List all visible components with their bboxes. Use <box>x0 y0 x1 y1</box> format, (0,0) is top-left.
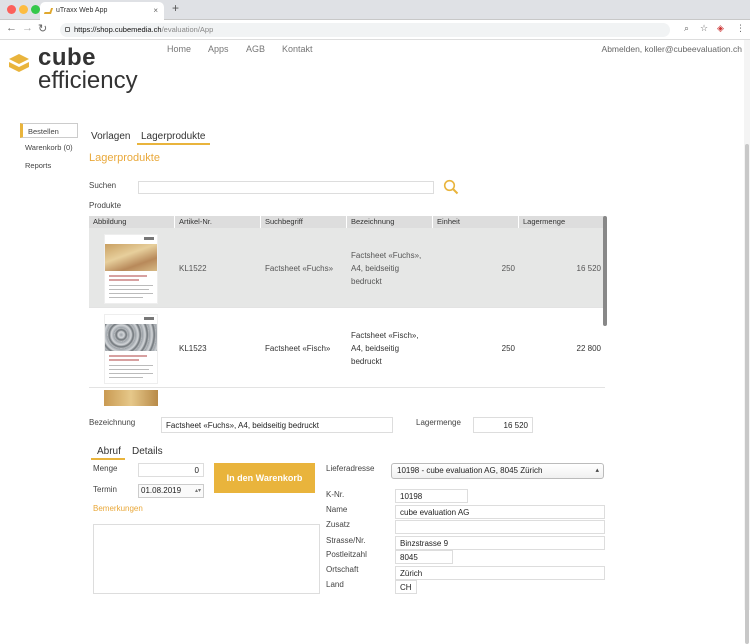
cell-lagermenge: 16 520 <box>576 263 601 273</box>
knr-label: K-Nr. <box>326 490 345 499</box>
land-label: Land <box>326 580 344 589</box>
cell-bezeichnung: Factsheet «Fuchs», A4, beidseitig bedruc… <box>351 250 422 286</box>
close-tab-icon[interactable]: × <box>153 2 158 20</box>
table-row[interactable]: KL1523 Factsheet «Fisch» Factsheet «Fisc… <box>89 308 605 388</box>
bemerkungen-textarea[interactable] <box>93 524 320 594</box>
menge-field[interactable]: 0 <box>138 463 204 477</box>
extension-icon[interactable]: ◈ <box>717 23 724 34</box>
strasse-field[interactable]: Binzstrasse 9 <box>395 536 605 550</box>
search-icon[interactable] <box>443 179 459 195</box>
browser-tabbar: uTraxx Web App × + <box>0 0 750 20</box>
plz-field[interactable]: 8045 <box>395 550 453 564</box>
nav-agb[interactable]: AGB <box>246 44 265 54</box>
cell-einheit: 250 <box>501 263 515 273</box>
url-host: https://shop.cubemedia.ch <box>74 25 162 34</box>
chevron-down-icon: ▴ <box>595 467 599 474</box>
termin-value: 01.08.2019 <box>141 486 182 495</box>
tab-vorlagen[interactable]: Vorlagen <box>91 131 130 142</box>
url-input[interactable]: https://shop.cubemedia.ch/evaluation/App <box>60 23 670 37</box>
page-scrollbar[interactable] <box>744 40 750 644</box>
zusatz-label: Zusatz <box>326 520 351 529</box>
bemerkungen-link[interactable]: Bemerkungen <box>93 504 143 513</box>
sidebar-item-warenkorb[interactable]: Warenkorb (0) <box>20 140 78 155</box>
col-artikel[interactable]: Artikel-Nr. <box>175 216 261 228</box>
menu-icon[interactable]: ⋮ <box>736 23 745 34</box>
col-einheit[interactable]: Einheit <box>433 216 519 228</box>
table-header: Abbildung Artikel-Nr. Suchbegriff Bezeic… <box>89 216 605 228</box>
address-bar: ← → ↻ https://shop.cubemedia.ch/evaluati… <box>0 20 750 40</box>
lock-icon <box>65 27 70 32</box>
tab-lagerprodukte[interactable]: Lagerprodukte <box>141 131 206 142</box>
product-thumbnail <box>104 234 158 304</box>
lieferadresse-select[interactable]: 10198 - cube evaluation AG, 8045 Zürich … <box>391 463 604 479</box>
produkte-label: Produkte <box>89 201 122 210</box>
product-table: Abbildung Artikel-Nr. Suchbegriff Bezeic… <box>89 216 605 406</box>
nav-home[interactable]: Home <box>167 44 191 54</box>
col-bezeichnung[interactable]: Bezeichnung <box>347 216 433 228</box>
cell-bezeichnung: Factsheet «Fisch», A4, beidseitig bedruc… <box>351 330 419 366</box>
cell-lagermenge: 22 800 <box>576 343 601 353</box>
col-suchbegriff[interactable]: Suchbegriff <box>261 216 347 228</box>
sidebar-item-bestellen[interactable]: Bestellen <box>20 123 78 138</box>
ortschaft-label: Ortschaft <box>326 565 359 574</box>
col-abbildung[interactable]: Abbildung <box>89 216 175 228</box>
tab-details[interactable]: Details <box>132 446 163 457</box>
browser-tab[interactable]: uTraxx Web App × <box>40 2 164 20</box>
bezeichnung-field[interactable]: Factsheet «Fuchs», A4, beidseitig bedruc… <box>161 417 393 433</box>
maximize-window-button[interactable] <box>31 5 40 14</box>
tab-abruf[interactable]: Abruf <box>97 446 121 457</box>
lagermenge-label: Lagermenge <box>416 418 461 427</box>
menge-label: Menge <box>93 464 118 473</box>
knr-field: 10198 <box>395 489 468 503</box>
cube-logo-icon <box>9 54 29 72</box>
cell-suchbegriff: Factsheet «Fuchs» <box>265 263 334 273</box>
minimize-window-button[interactable] <box>19 5 28 14</box>
zoom-icon[interactable]: ⌕ <box>684 23 689 34</box>
cell-einheit: 250 <box>501 343 515 353</box>
product-thumbnail <box>104 314 158 384</box>
lieferadresse-value: 10198 - cube evaluation AG, 8045 Zürich <box>397 466 543 475</box>
plz-label: Postleitzahl <box>326 550 367 559</box>
col-lagermenge[interactable]: Lagermenge <box>519 216 605 228</box>
subtab-active-indicator <box>91 458 125 460</box>
tab-title: uTraxx Web App <box>56 7 108 14</box>
termin-field[interactable]: 01.08.2019 ▴▾ <box>138 484 204 498</box>
nav-apps[interactable]: Apps <box>208 44 229 54</box>
termin-label: Termin <box>93 485 118 494</box>
sidebar-item-reports[interactable]: Reports <box>20 158 78 173</box>
ortschaft-field[interactable]: Zürich <box>395 566 605 580</box>
table-scrollbar[interactable] <box>603 216 607 326</box>
close-window-button[interactable] <box>7 5 16 14</box>
cell-artikel: KL1522 <box>179 263 207 273</box>
favicon-icon <box>43 8 54 14</box>
search-input[interactable] <box>138 181 434 194</box>
forward-arrow-icon[interactable]: → <box>22 22 33 34</box>
search-label: Suchen <box>89 181 117 190</box>
page-title: Lagerprodukte <box>89 152 160 164</box>
url-path: /evaluation/App <box>161 25 214 34</box>
bezeichnung-label: Bezeichnung <box>89 418 136 427</box>
lieferadresse-label: Lieferadresse <box>326 464 375 473</box>
name-label: Name <box>326 505 348 514</box>
product-thumbnail <box>104 390 158 406</box>
tab-active-indicator <box>137 143 210 145</box>
new-tab-button[interactable]: + <box>172 1 179 15</box>
add-to-cart-button[interactable]: In den Warenkorb <box>214 463 315 493</box>
back-arrow-icon[interactable]: ← <box>6 22 17 34</box>
reload-icon[interactable]: ↻ <box>38 22 47 35</box>
account-link[interactable]: Abmelden, koller@cubeevaluation.ch <box>602 44 742 54</box>
nav-kontakt[interactable]: Kontakt <box>282 44 313 54</box>
star-icon[interactable]: ☆ <box>700 23 708 34</box>
name-field[interactable]: cube evaluation AG <box>395 505 605 519</box>
lagermenge-field: 16 520 <box>473 417 533 433</box>
cell-artikel: KL1523 <box>179 343 207 353</box>
zusatz-field[interactable] <box>395 520 605 534</box>
land-field[interactable]: CH <box>395 580 417 594</box>
table-row[interactable]: KL1522 Factsheet «Fuchs» Factsheet «Fuch… <box>89 228 605 308</box>
strasse-label: Strasse/Nr. <box>326 536 366 545</box>
cell-suchbegriff: Factsheet «Fisch» <box>265 343 331 353</box>
stepper-icon[interactable]: ▴▾ <box>195 485 201 497</box>
brand-word-efficiency[interactable]: efficiency <box>38 67 138 95</box>
